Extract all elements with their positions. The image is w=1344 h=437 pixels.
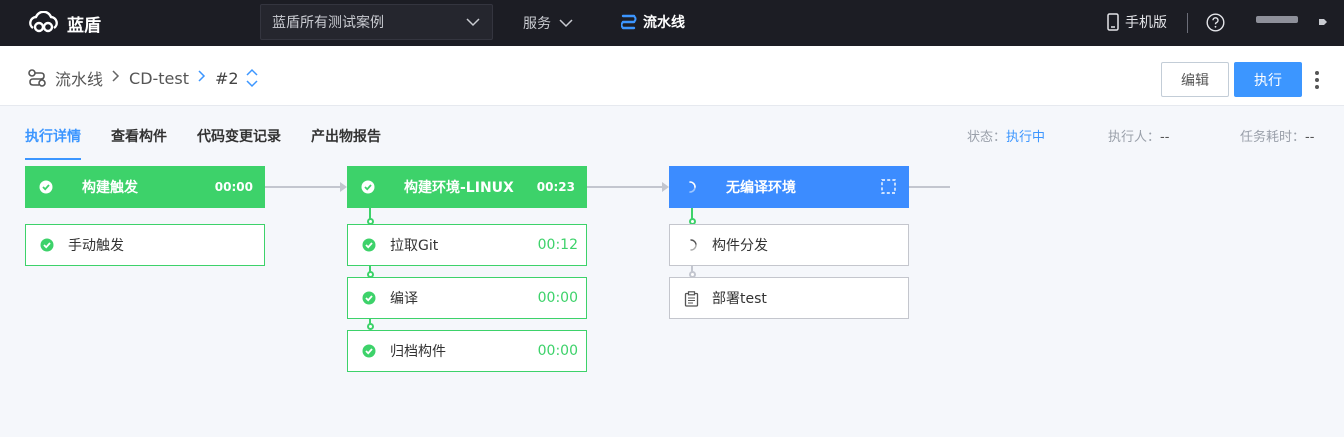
- duration-value: --: [1305, 130, 1315, 145]
- job-time: 00:00: [537, 290, 578, 306]
- connector-arrow: [340, 182, 347, 192]
- nav-pipeline-link[interactable]: 流水线: [621, 12, 685, 32]
- nav-service-menu[interactable]: 服务: [523, 13, 573, 33]
- breadcrumb: 流水线 CD-test #2: [27, 66, 259, 90]
- nav-mobile-link[interactable]: 手机版: [1107, 12, 1167, 32]
- status-label: 状态：: [967, 130, 1007, 145]
- build-switch-icon[interactable]: [245, 67, 259, 89]
- executor-value: --: [1160, 130, 1170, 145]
- breadcrumb-separator: [198, 70, 206, 86]
- phone-icon: [1107, 13, 1119, 31]
- user-menu-icon[interactable]: [1318, 16, 1328, 28]
- run-button[interactable]: 执行: [1234, 62, 1302, 97]
- duration-label: 任务耗时：: [1240, 130, 1306, 145]
- top-nav-bar: 蓝盾 蓝盾所有测试案例 服务 流水线 手机版: [0, 0, 1344, 46]
- edit-button[interactable]: 编辑: [1161, 62, 1229, 97]
- stage-header[interactable]: 构建触发 00:00: [25, 166, 265, 208]
- connector-dot: [366, 323, 374, 330]
- executor-meta: 执行人：--: [1108, 126, 1169, 145]
- connector-arrow: [662, 182, 669, 192]
- breadcrumb-separator: [112, 70, 120, 86]
- breadcrumb-build-number: #2: [215, 68, 239, 88]
- help-icon: [1206, 13, 1225, 32]
- check-circle-icon: [362, 238, 376, 252]
- pipeline-icon: [621, 14, 637, 30]
- logo-text: 蓝盾: [67, 15, 101, 36]
- job-name: 手动触发: [68, 238, 124, 254]
- job-name: 部署test: [712, 291, 767, 307]
- status-meta: 状态：执行中: [967, 126, 1045, 145]
- job-item[interactable]: 拉取Git 00:12: [347, 224, 587, 266]
- stage-title: 构建环境-LINUX: [404, 180, 514, 196]
- tab-code-changes[interactable]: 代码变更记录: [197, 126, 281, 160]
- nav-divider: [1187, 13, 1188, 33]
- logo-icon: [29, 11, 58, 33]
- breadcrumb-pipeline[interactable]: 流水线: [55, 66, 103, 90]
- logo[interactable]: 蓝盾: [27, 9, 101, 37]
- job-item[interactable]: 手动触发: [25, 224, 265, 266]
- stage-title: 构建触发: [82, 180, 138, 196]
- nav-mobile-label: 手机版: [1125, 15, 1167, 31]
- job-name: 归档构件: [390, 344, 446, 360]
- tab-output-report[interactable]: 产出物报告: [311, 126, 381, 160]
- check-circle-icon: [362, 291, 376, 305]
- clipboard-icon: [684, 291, 699, 307]
- job-item[interactable]: 编译 00:00: [347, 277, 587, 319]
- job-item[interactable]: 构件分发: [669, 224, 909, 266]
- job-name: 构件分发: [712, 238, 768, 254]
- stage-time: 00:00: [214, 180, 253, 194]
- chevron-right-icon: [198, 70, 206, 82]
- status-value: 执行中: [1006, 130, 1046, 145]
- project-select-value: 蓝盾所有测试案例: [272, 15, 384, 31]
- chevron-down-icon: [466, 18, 480, 27]
- check-circle-icon: [40, 238, 54, 252]
- help-button[interactable]: [1206, 13, 1225, 36]
- nav-pipeline-label: 流水线: [643, 15, 685, 31]
- project-select[interactable]: 蓝盾所有测试案例: [260, 4, 493, 40]
- tab-execution-detail[interactable]: 执行详情: [25, 126, 81, 160]
- stage-connector: [265, 186, 345, 188]
- pipeline-icon: [28, 69, 46, 87]
- check-circle-icon: [39, 180, 53, 194]
- tab-view-artifacts[interactable]: 查看构件: [111, 126, 167, 160]
- check-circle-icon: [361, 180, 375, 194]
- detail-tabs: 执行详情 查看构件 代码变更记录 产出物报告: [25, 126, 411, 160]
- page-header: 流水线 CD-test #2 编辑 执行: [0, 46, 1344, 106]
- stage-title: 无编译环境: [726, 180, 796, 196]
- job-item[interactable]: 归档构件 00:00: [347, 330, 587, 372]
- chevron-right-icon: [112, 70, 120, 82]
- breadcrumb-pipeline-name[interactable]: CD-test: [129, 69, 189, 88]
- check-circle-icon: [362, 344, 376, 358]
- stage-header[interactable]: 无编译环境: [669, 166, 909, 208]
- user-name-masked[interactable]: [1256, 16, 1298, 23]
- stage-time: 00:23: [536, 180, 575, 194]
- stage-connector: [587, 186, 667, 188]
- more-options-icon[interactable]: [1311, 66, 1323, 94]
- loading-spinner-icon: [690, 239, 697, 251]
- executor-label: 执行人：: [1108, 130, 1161, 145]
- duration-meta: 任务耗时：--: [1240, 126, 1314, 145]
- job-time: 00:12: [537, 237, 578, 253]
- job-item[interactable]: 部署test: [669, 277, 909, 319]
- loading-spinner-icon: [689, 181, 696, 193]
- nav-service-label: 服务: [523, 16, 551, 32]
- job-name: 编译: [390, 291, 418, 307]
- stage-header[interactable]: 构建环境-LINUX 00:23: [347, 166, 587, 208]
- stage-connector: [909, 186, 950, 188]
- job-time: 00:00: [537, 343, 578, 359]
- chevron-down-icon: [559, 19, 573, 28]
- fullscreen-icon[interactable]: [881, 179, 896, 194]
- job-name: 拉取Git: [390, 238, 439, 254]
